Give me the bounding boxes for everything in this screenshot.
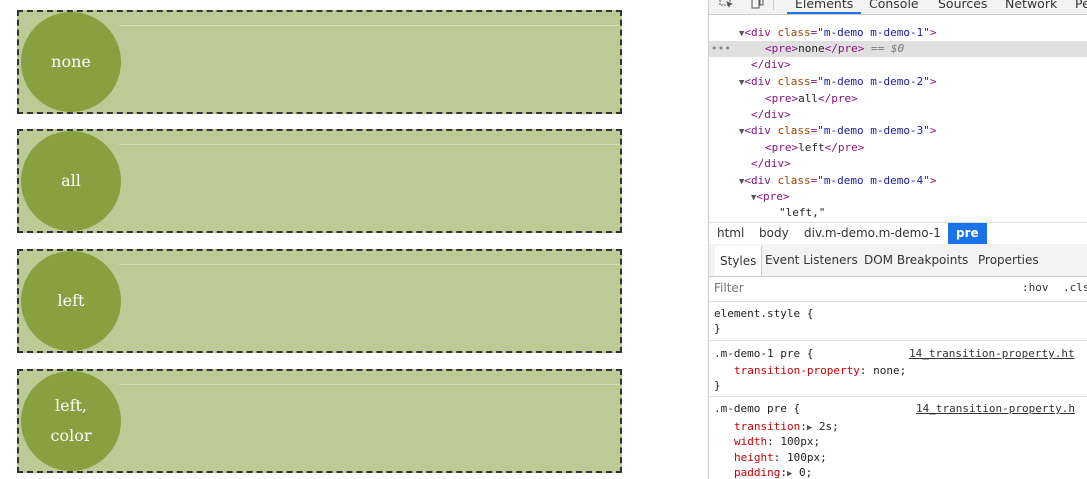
dom-node-pre-4[interactable]: ▼<pre>	[751, 189, 1087, 205]
devtools-panel: Elements Console Sources Network Pe ▼<di…	[708, 0, 1087, 479]
styles-subtabs: Styles Event Listeners DOM Breakpoints P…	[709, 244, 1087, 277]
tab-sources[interactable]: Sources	[938, 0, 987, 11]
rule-divider	[709, 340, 1087, 341]
dom-node-div-4[interactable]: ▼<div class="m-demo m-demo-4">	[739, 173, 1087, 189]
dom-attr-value: m-demo m-demo-1	[823, 26, 924, 39]
breadcrumb-pre[interactable]: pre	[948, 223, 987, 244]
more-options-icon[interactable]: •••	[711, 41, 731, 57]
property-value[interactable]: 2s;	[819, 420, 839, 433]
selected-ref: == $0	[871, 42, 905, 55]
demo-page: none all left left, color	[0, 0, 700, 479]
dom-node-div-1[interactable]: ▼<div class="m-demo m-demo-1">	[739, 25, 1087, 41]
class-toggle[interactable]: .cls	[1063, 281, 1087, 294]
breadcrumb-html[interactable]: html	[717, 226, 744, 240]
dom-attr-value: m-demo m-demo-4	[823, 174, 924, 187]
property-name[interactable]: height	[734, 451, 774, 464]
rule-declaration[interactable]: width: 100px;	[734, 434, 820, 449]
property-name[interactable]: padding	[734, 466, 780, 479]
dom-node-pre-2[interactable]: <pre>all</pre>	[765, 91, 1087, 107]
demo-box-2: all	[17, 129, 622, 233]
breadcrumb-div[interactable]: div.m-demo.m-demo-1	[804, 226, 941, 240]
demo-box-1: none	[17, 10, 622, 114]
dom-node-close-div[interactable]: </div>	[751, 107, 1087, 123]
rule-source-link[interactable]: 14_transition-property.ht	[909, 346, 1075, 361]
decorative-streak	[119, 25, 620, 26]
expand-triangle-icon[interactable]: ▶	[787, 469, 792, 479]
expand-triangle-icon[interactable]: ▶	[807, 423, 812, 433]
property-name[interactable]: transition-property	[734, 364, 860, 377]
property-value[interactable]: 100px;	[787, 451, 827, 464]
tab-console[interactable]: Console	[869, 0, 919, 11]
breadcrumb: html body div.m-demo.m-demo-1 pre	[709, 222, 1087, 245]
property-value[interactable]: 0;	[799, 466, 812, 479]
toolbar-divider	[773, 0, 774, 10]
rule-close-brace: }	[714, 322, 721, 335]
demo-circle-3[interactable]: left	[21, 251, 121, 351]
dom-text: none	[798, 42, 825, 55]
devtools-toolbar: Elements Console Sources Network Pe	[709, 0, 1087, 15]
rule-divider	[709, 396, 1087, 397]
breadcrumb-body[interactable]: body	[759, 226, 789, 240]
demo-circle-2[interactable]: all	[21, 131, 121, 231]
property-value[interactable]: 100px;	[780, 435, 820, 448]
rule-source-link[interactable]: 14_transition-property.h	[916, 401, 1075, 416]
rule-selector-m-demo-1[interactable]: .m-demo-1 pre {	[714, 346, 813, 361]
rule-declaration[interactable]: height: 100px;	[734, 450, 827, 465]
rule-declaration[interactable]: transition-property: none;	[734, 363, 906, 378]
dom-attr-value: m-demo m-demo-3	[823, 124, 924, 137]
dom-text: all	[798, 92, 818, 105]
tab-network[interactable]: Network	[1005, 0, 1057, 11]
demo-box-3: left	[17, 249, 622, 353]
demo-box-4: left, color	[17, 369, 622, 473]
dom-node-pre-3[interactable]: <pre>left</pre>	[765, 140, 1087, 156]
rule-declaration[interactable]: transition:▶ 2s;	[734, 419, 839, 434]
styles-pane: element.style { } .m-demo-1 pre { 14_tra…	[709, 302, 1087, 479]
dom-node-div-3[interactable]: ▼<div class="m-demo m-demo-3">	[739, 123, 1087, 139]
styles-filter-bar: Filter :hov .cls	[709, 277, 1087, 302]
device-toolbar-icon[interactable]	[749, 0, 765, 10]
tab-styles[interactable]: Styles	[715, 246, 763, 276]
dom-text: left	[798, 141, 825, 154]
hover-state-toggle[interactable]: :hov	[1022, 281, 1049, 294]
element-style-selector[interactable]: element.style {	[714, 306, 813, 321]
decorative-streak	[119, 264, 620, 265]
dom-tree: ▼<div class="m-demo m-demo-1"> ••• <pre>n…	[709, 15, 1087, 222]
property-name[interactable]: width	[734, 435, 767, 448]
property-name[interactable]: transition	[734, 420, 800, 433]
tab-performance[interactable]: Pe	[1075, 0, 1087, 11]
decorative-streak	[119, 144, 620, 145]
demo-circle-4[interactable]: left, color	[21, 371, 121, 471]
demo-circle-1[interactable]: none	[21, 12, 121, 112]
rule-selector-m-demo[interactable]: .m-demo pre {	[714, 401, 800, 416]
tab-event-listeners[interactable]: Event Listeners	[765, 253, 858, 267]
property-value[interactable]: none;	[873, 364, 906, 377]
tab-dom-breakpoints[interactable]: DOM Breakpoints	[864, 253, 968, 267]
rule-close-brace: }	[714, 379, 721, 392]
dom-node-close-div[interactable]: </div>	[751, 57, 1087, 73]
dom-node-pre-1-selected[interactable]: ••• <pre>none</pre> == $0	[709, 41, 1087, 57]
dom-attr-value: m-demo m-demo-2	[823, 75, 924, 88]
filter-input[interactable]: Filter	[714, 281, 744, 295]
inspect-element-icon[interactable]	[719, 0, 735, 10]
dom-text: "left,"	[779, 206, 826, 219]
dom-text-node[interactable]: "left,"	[779, 205, 1087, 221]
tab-properties[interactable]: Properties	[978, 253, 1039, 267]
decorative-streak	[119, 384, 620, 385]
dom-node-close-div[interactable]: </div>	[751, 156, 1087, 172]
tab-elements[interactable]: Elements	[786, 0, 862, 14]
dom-node-div-2[interactable]: ▼<div class="m-demo m-demo-2">	[739, 74, 1087, 90]
rule-declaration[interactable]: padding:▶ 0;	[734, 465, 812, 479]
